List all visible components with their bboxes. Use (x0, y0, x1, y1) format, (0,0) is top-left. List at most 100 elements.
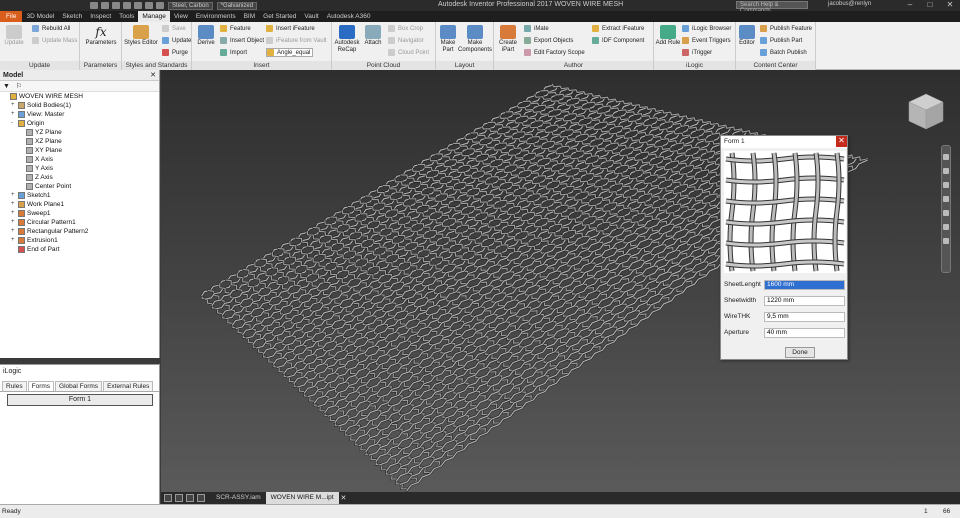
tree-node[interactable]: + Rectangular Pattern2 (0, 227, 159, 236)
tab-sketch[interactable]: Sketch (58, 11, 86, 22)
tree-expander[interactable]: + (11, 110, 18, 119)
tree-node[interactable]: XY Plane (0, 146, 159, 155)
viewcube[interactable] (906, 92, 946, 132)
pan-icon[interactable] (943, 168, 949, 174)
tree-node[interactable]: + Extrusion1 (0, 236, 159, 245)
batch-publish-button[interactable]: Batch Publish (760, 48, 807, 57)
minimize-button[interactable]: – (900, 0, 920, 11)
tab-rules[interactable]: Rules (2, 381, 27, 391)
done-button[interactable]: Done (785, 347, 815, 358)
windows-menu-icon[interactable] (197, 494, 205, 502)
sheet-width-input[interactable] (764, 295, 845, 306)
tab-tools[interactable]: Tools (115, 11, 138, 22)
tab-inspect[interactable]: Inspect (86, 11, 115, 22)
browser-close-icon[interactable]: ✕ (150, 70, 156, 81)
ifeature-from-vault-button[interactable]: iFeature from Vault (266, 36, 327, 45)
tree-node[interactable]: Z Axis (0, 173, 159, 182)
tab-environments[interactable]: Environments (192, 11, 240, 22)
zoom-window-icon[interactable] (943, 224, 949, 230)
event-triggers-button[interactable]: Event Triggers (682, 36, 731, 45)
navigator-button[interactable]: Navigator (388, 36, 424, 45)
export-objects-button[interactable]: Export Objects (524, 36, 573, 45)
rebuild-all-button[interactable]: Rebuild All (32, 24, 70, 33)
tab-file[interactable]: File (0, 11, 23, 22)
maximize-button[interactable]: □ (920, 0, 940, 11)
make-part-button[interactable]: Make Part (438, 25, 458, 54)
styles-update-button[interactable]: Update (162, 36, 191, 45)
tree-node[interactable]: + Circular Pattern1 (0, 218, 159, 227)
import-button[interactable]: Import (220, 48, 247, 57)
form-1-button[interactable]: Form 1 (7, 394, 153, 406)
orbit-icon[interactable] (943, 196, 949, 202)
filter-icon[interactable]: ▼ (3, 83, 10, 90)
tab-bim[interactable]: BIM (240, 11, 260, 22)
itrigger-button[interactable]: iTrigger (682, 48, 712, 57)
undo-icon[interactable] (123, 2, 131, 9)
select-icon[interactable] (156, 2, 164, 9)
publish-feature-button[interactable]: Publish Feature (760, 24, 812, 33)
tree-node[interactable]: YZ Plane (0, 128, 159, 137)
add-rule-button[interactable]: Add Rule (655, 25, 681, 47)
parameters-button[interactable]: fx Parameters (84, 25, 118, 47)
material-select[interactable]: Steel, Carbon (168, 1, 213, 10)
tab-global-forms[interactable]: Global Forms (55, 381, 103, 391)
tree-node[interactable]: + Work Plane1 (0, 200, 159, 209)
tree-node[interactable]: XZ Plane (0, 137, 159, 146)
full-navigation-wheel-icon[interactable] (943, 154, 949, 160)
help-search-input[interactable]: Search Help & Commands... (736, 1, 808, 14)
aperture-input[interactable] (764, 327, 845, 338)
close-window-button[interactable]: ✕ (940, 0, 960, 11)
publish-part-button[interactable]: Publish Part (760, 36, 802, 45)
tree-expander[interactable]: - (11, 119, 18, 128)
insert-object-button[interactable]: Insert Object (220, 36, 264, 45)
imate-button[interactable]: iMate (524, 24, 549, 33)
arrange-icon[interactable] (186, 494, 194, 502)
sheet-length-input[interactable] (764, 279, 845, 290)
cascade-icon[interactable] (175, 494, 183, 502)
save-icon[interactable] (112, 2, 120, 9)
tree-node[interactable]: + Sweep1 (0, 209, 159, 218)
tree-expander[interactable]: + (11, 227, 18, 236)
tree-node[interactable]: - Origin (0, 119, 159, 128)
tree-node[interactable]: Y Axis (0, 164, 159, 173)
tab-forms[interactable]: Forms (27, 381, 55, 391)
tile-icon[interactable] (164, 494, 172, 502)
open-icon[interactable] (101, 2, 109, 9)
purge-button[interactable]: Purge (162, 48, 188, 57)
derive-button[interactable]: Derive (195, 25, 217, 47)
tab-a360[interactable]: Autodesk A360 (323, 11, 375, 22)
doc-tab-scr-assy[interactable]: SCR-ASSY.iam (211, 492, 266, 504)
tree-expander[interactable]: + (11, 209, 18, 218)
tab-get-started[interactable]: Get Started (259, 11, 300, 22)
appearance-select[interactable]: *Galvanized (216, 1, 258, 10)
tree-node[interactable]: + Sketch1 (0, 191, 159, 200)
wire-thk-input[interactable] (764, 311, 845, 322)
styles-save-button[interactable]: Save (162, 24, 186, 33)
styles-editor-button[interactable]: Styles Editor (124, 25, 158, 47)
make-components-button[interactable]: Make Components (458, 25, 492, 54)
tree-node[interactable]: End of Part (0, 245, 159, 254)
ilogic-browser-button[interactable]: iLogic Browser (682, 24, 731, 33)
form-close-button[interactable]: ✕ (836, 136, 847, 147)
tab-3d-model[interactable]: 3D Model (22, 11, 58, 22)
home-icon[interactable] (145, 2, 153, 9)
create-ipart-button[interactable]: Create iPart (496, 25, 520, 54)
tree-expander[interactable]: + (11, 200, 18, 209)
cc-editor-button[interactable]: Editor (737, 25, 757, 47)
tree-expander[interactable]: + (11, 101, 18, 110)
update-mass-button[interactable]: Update Mass (32, 36, 77, 45)
tree-expander[interactable]: + (11, 236, 18, 245)
tab-view[interactable]: View (170, 11, 192, 22)
tab-manage[interactable]: Manage (138, 11, 170, 22)
insert-ifeature-button[interactable]: Insert iFeature (266, 24, 315, 33)
tree-expander[interactable]: + (11, 191, 18, 200)
recap-button[interactable]: Autodesk ReCap (334, 25, 360, 54)
find-icon[interactable]: ⚐ (16, 83, 22, 90)
tree-node[interactable]: + View: Master (0, 110, 159, 119)
idf-component-button[interactable]: IDF Component (592, 36, 644, 45)
close-tab-icon[interactable]: ✕ (341, 494, 347, 502)
customize-icon[interactable] (943, 238, 949, 244)
attach-button[interactable]: Attach (362, 25, 384, 47)
tree-expander[interactable]: + (11, 218, 18, 227)
user-account[interactable]: jacobus@renlyn (828, 1, 871, 7)
